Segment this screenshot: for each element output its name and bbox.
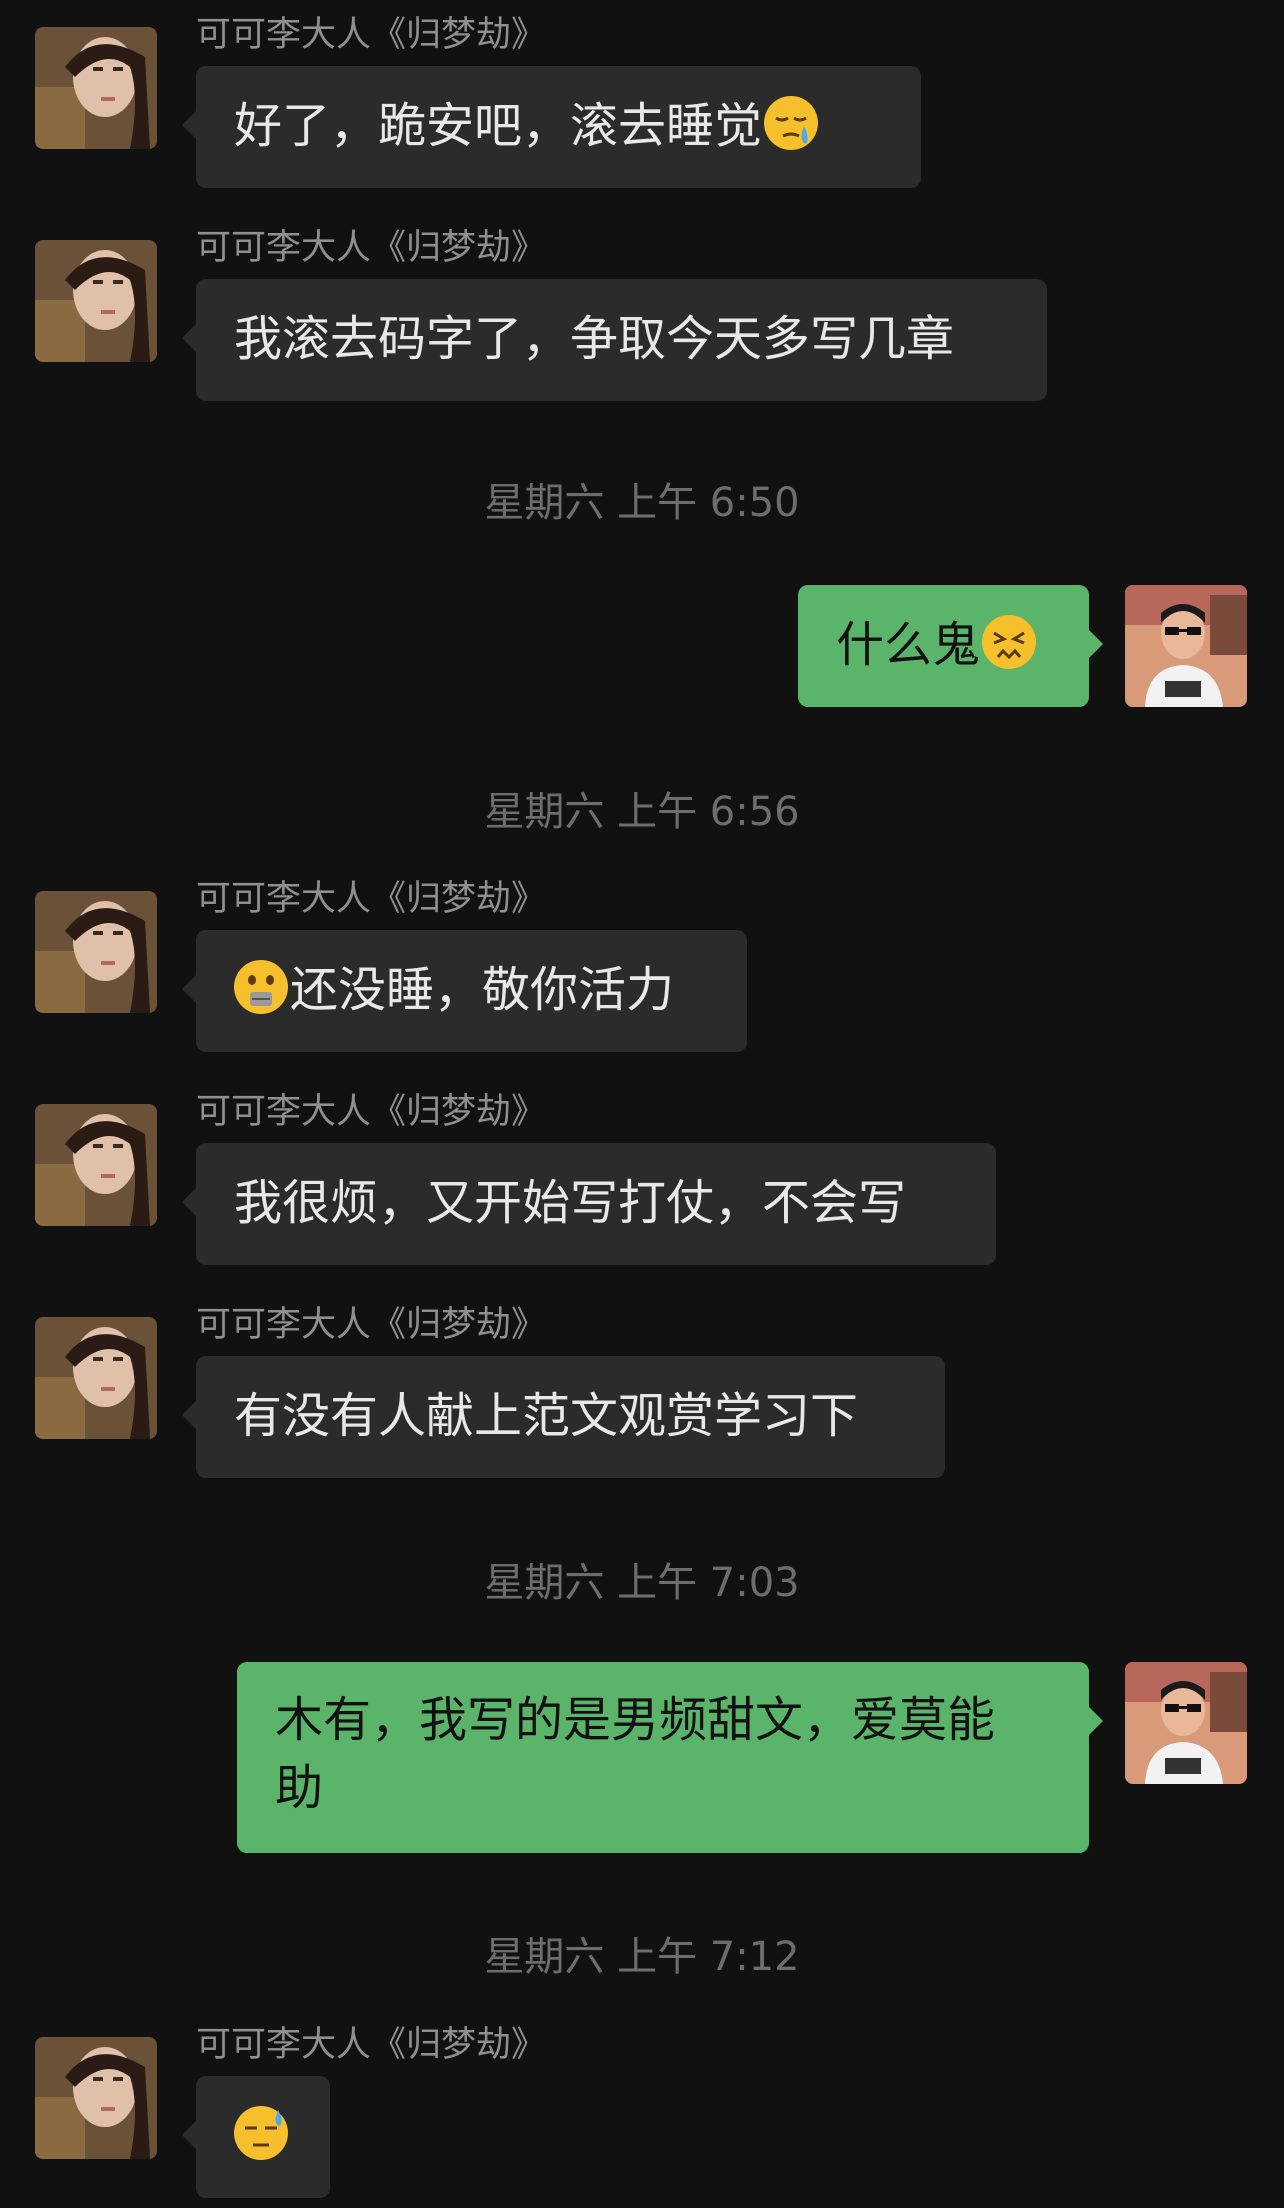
chat-timestamp: 星期六 上午 6:50 [484,480,800,526]
sender-name: 可可李大人《归梦劫》 [196,228,547,268]
message-text: 我滚去码字了，争取今天多写几章 [234,311,955,367]
sleepy-face-icon [762,94,820,152]
chat-timestamp: 星期六 上午 6:56 [484,789,800,835]
message-bubble[interactable] [182,2076,330,2198]
message-text-line: 木有，我写的是男频甜文，爱莫能 [275,1692,996,1748]
avatar-female[interactable] [35,240,157,362]
sender-name: 可可李大人《归梦劫》 [196,879,547,919]
confounded-face-icon [980,613,1038,671]
avatar-female[interactable] [35,2037,157,2159]
message-bubble[interactable]: 什么鬼 [798,585,1103,707]
sender-name: 可可李大人《归梦劫》 [196,1305,547,1345]
message-text: 好了，跪安吧，滚去睡觉 [234,98,763,154]
message-bubble[interactable]: 好了，跪安吧，滚去睡觉 [182,66,921,188]
zipper-mouth-face-icon [232,958,290,1016]
message-bubble[interactable]: 木有，我写的是男频甜文，爱莫能 助 [237,1662,1103,1853]
message-bubble[interactable]: 我滚去码字了，争取今天多写几章 [182,279,1047,401]
sender-name: 可可李大人《归梦劫》 [196,1092,547,1132]
avatar-male[interactable] [1125,1662,1247,1784]
message-text: 还没睡，敬你活力 [290,962,675,1018]
message-bubble[interactable]: 还没睡，敬你活力 [182,930,747,1052]
sender-name: 可可李大人《归梦劫》 [196,2025,547,2065]
message-bubble[interactable]: 我很烦，又开始写打仗，不会写 [182,1143,996,1265]
avatar-female[interactable] [35,27,157,149]
avatar-female[interactable] [35,1104,157,1226]
avatar-male[interactable] [1125,585,1247,707]
sender-name: 可可李大人《归梦劫》 [196,15,547,55]
message-text: 有没有人献上范文观赏学习下 [234,1388,859,1444]
chat-timestamp: 星期六 上午 7:03 [484,1560,800,1606]
message-text: 什么鬼 [836,617,981,673]
downcast-face-with-sweat-icon [232,2104,290,2162]
message-text: 我很烦，又开始写打仗，不会写 [234,1175,907,1231]
chat-timestamp: 星期六 上午 7:12 [484,1934,800,1980]
message-text-line: 助 [275,1760,324,1816]
avatar-female[interactable] [35,1317,157,1439]
message-bubble[interactable]: 有没有人献上范文观赏学习下 [182,1356,945,1478]
avatar-female[interactable] [35,891,157,1013]
